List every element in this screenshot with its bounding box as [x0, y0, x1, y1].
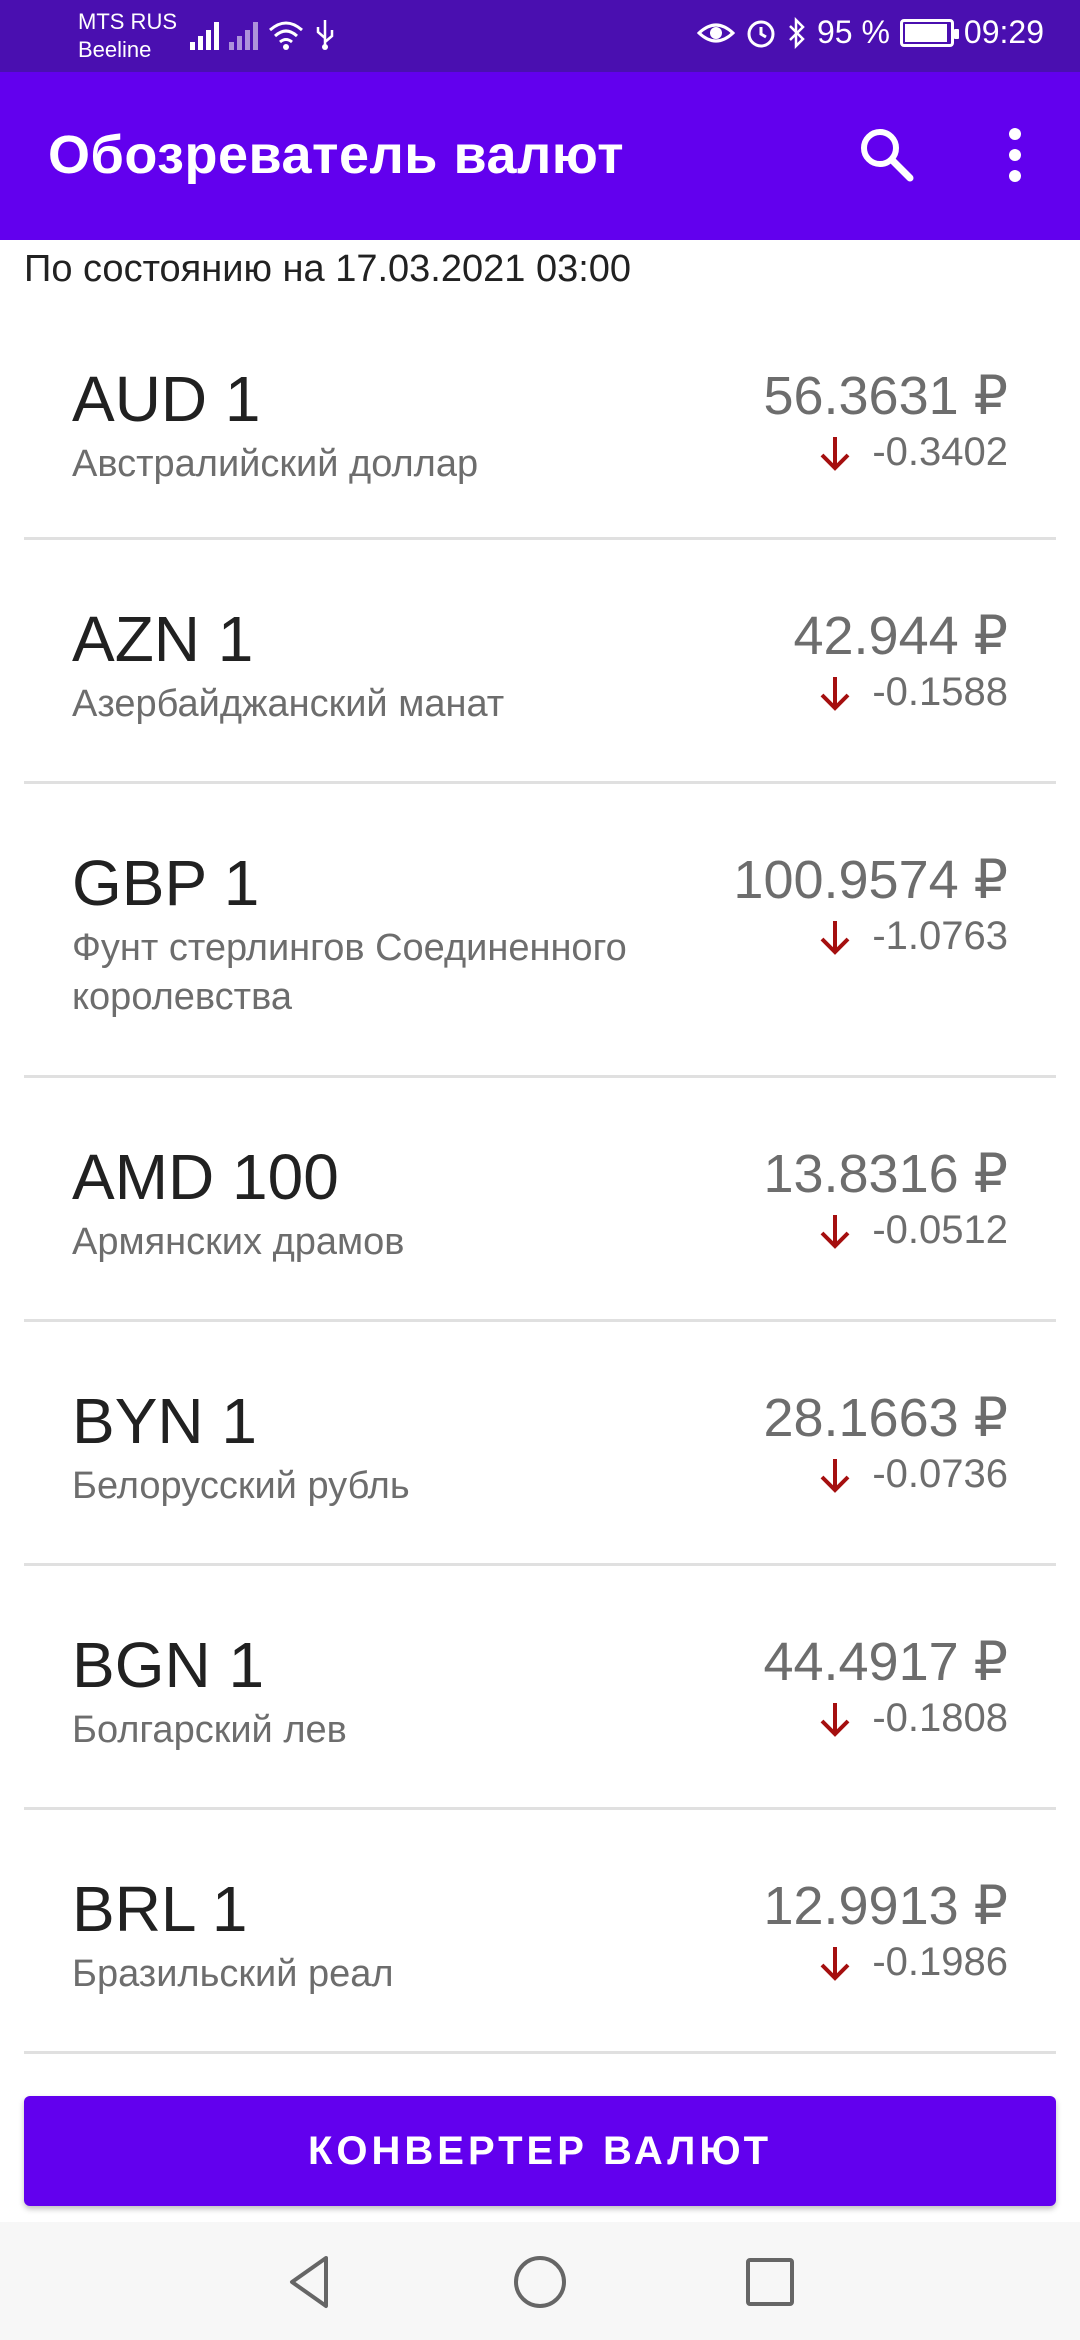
- currency-rate: 13.8316 ₽: [763, 1144, 1008, 1204]
- currency-rate: 44.4917 ₽: [763, 1632, 1008, 1692]
- signal-1-icon: [190, 20, 219, 50]
- currency-row[interactable]: BYN 1 Белорусский рубль 28.1663 ₽ -0.073…: [24, 1322, 1056, 1566]
- arrow-down-icon: [820, 1214, 850, 1249]
- currency-code: GBP 1: [72, 847, 260, 919]
- currency-name: Болгарский лев: [72, 1709, 347, 1751]
- clock: 09:29: [963, 14, 1044, 50]
- battery-icon: [899, 18, 959, 47]
- currency-delta: -0.0736: [816, 1452, 1008, 1497]
- currency-row[interactable]: BGN 1 Болгарский лев 44.4917 ₽ -0.1808: [24, 1566, 1056, 1810]
- arrow-down-icon: [820, 1946, 850, 1981]
- currency-code: BYN 1: [72, 1385, 257, 1457]
- currency-rate: 12.9913 ₽: [763, 1876, 1008, 1936]
- currency-code: AMD 100: [72, 1141, 339, 1213]
- carrier-info: MTS RUS Beeline: [78, 8, 177, 64]
- back-icon[interactable]: [280, 2252, 340, 2312]
- currency-code: BGN 1: [72, 1629, 265, 1701]
- currency-delta-value: -0.0512: [872, 1208, 1008, 1252]
- currency-row[interactable]: BRL 1 Бразильский реал 12.9913 ₽ -0.1986: [24, 1810, 1056, 2054]
- battery-percent: 95 %: [816, 14, 890, 50]
- currency-code: BRL 1: [72, 1873, 248, 1945]
- currency-row[interactable]: AZN 1 Азербайджанский манат 42.944 ₽ -0.…: [24, 540, 1056, 784]
- currency-delta-value: -0.1588: [872, 670, 1008, 714]
- status-right: 95 % 09:29: [696, 14, 1044, 51]
- bluetooth-icon: [789, 16, 805, 49]
- currency-delta-value: -0.1808: [872, 1696, 1008, 1740]
- currency-name: Фунт стерлингов Соединенного королевства: [72, 927, 627, 1018]
- recents-icon[interactable]: [740, 2252, 800, 2312]
- arrow-down-icon: [820, 676, 850, 711]
- signal-icons: [190, 18, 336, 50]
- usb-icon: [316, 20, 334, 50]
- currency-list: AUD 1 Австралийский доллар 56.3631 ₽ -0.…: [24, 300, 1056, 2054]
- eye-icon: [696, 23, 735, 42]
- wifi-icon: [269, 21, 303, 50]
- currency-delta: -0.1588: [816, 670, 1008, 715]
- currency-row[interactable]: GBP 1 Фунт стерлингов Соединенного корол…: [24, 784, 1056, 1078]
- converter-button[interactable]: КОНВЕРТЕР ВАЛЮТ: [24, 2096, 1056, 2206]
- currency-delta: -0.1808: [816, 1696, 1008, 1741]
- app-bar: Обозреватель валют: [0, 72, 1080, 240]
- currency-delta-value: -0.0736: [872, 1452, 1008, 1496]
- currency-rate: 28.1663 ₽: [763, 1388, 1008, 1448]
- currency-rate: 56.3631 ₽: [763, 366, 1008, 426]
- arrow-down-icon: [820, 436, 850, 471]
- currency-name: Белорусский рубль: [72, 1465, 410, 1507]
- signal-2-icon: [229, 20, 258, 50]
- carrier-2: Beeline: [78, 37, 152, 62]
- system-nav-bar: [0, 2222, 1080, 2340]
- alarm-icon: [747, 20, 775, 47]
- currency-delta: -0.0512: [816, 1208, 1008, 1253]
- currency-name: Австралийский доллар: [72, 443, 479, 485]
- currency-name: Бразильский реал: [72, 1953, 394, 1995]
- home-icon[interactable]: [510, 2252, 570, 2312]
- currency-name: Азербайджанский манат: [72, 683, 505, 725]
- currency-delta-value: -1.0763: [872, 914, 1008, 958]
- search-icon[interactable]: [852, 120, 922, 190]
- currency-rate: 100.9574 ₽: [733, 850, 1008, 910]
- currency-delta: -0.3402: [816, 430, 1008, 475]
- carrier-1: MTS RUS: [78, 9, 177, 34]
- arrow-down-icon: [820, 1702, 850, 1737]
- currency-row[interactable]: AMD 100 Армянских драмов 13.8316 ₽ -0.05…: [24, 1078, 1056, 1322]
- currency-rate: 42.944 ₽: [793, 606, 1008, 666]
- arrow-down-icon: [820, 920, 850, 955]
- currency-delta-value: -0.1986: [872, 1940, 1008, 1984]
- currency-row[interactable]: AUD 1 Австралийский доллар 56.3631 ₽ -0.…: [24, 300, 1056, 540]
- status-bar: MTS RUS Beeline 95 % 09:29: [0, 0, 1080, 72]
- currency-code: AZN 1: [72, 603, 254, 675]
- rates-date: По состоянию на 17.03.2021 03:00: [24, 248, 632, 290]
- arrow-down-icon: [820, 1458, 850, 1493]
- page-title: Обозреватель валют: [48, 125, 625, 185]
- currency-delta-value: -0.3402: [872, 430, 1008, 474]
- currency-name: Армянских драмов: [72, 1221, 405, 1263]
- more-vert-icon[interactable]: [990, 120, 1040, 190]
- currency-delta: -1.0763: [816, 914, 1008, 959]
- currency-code: AUD 1: [72, 363, 261, 435]
- currency-delta: -0.1986: [816, 1940, 1008, 1985]
